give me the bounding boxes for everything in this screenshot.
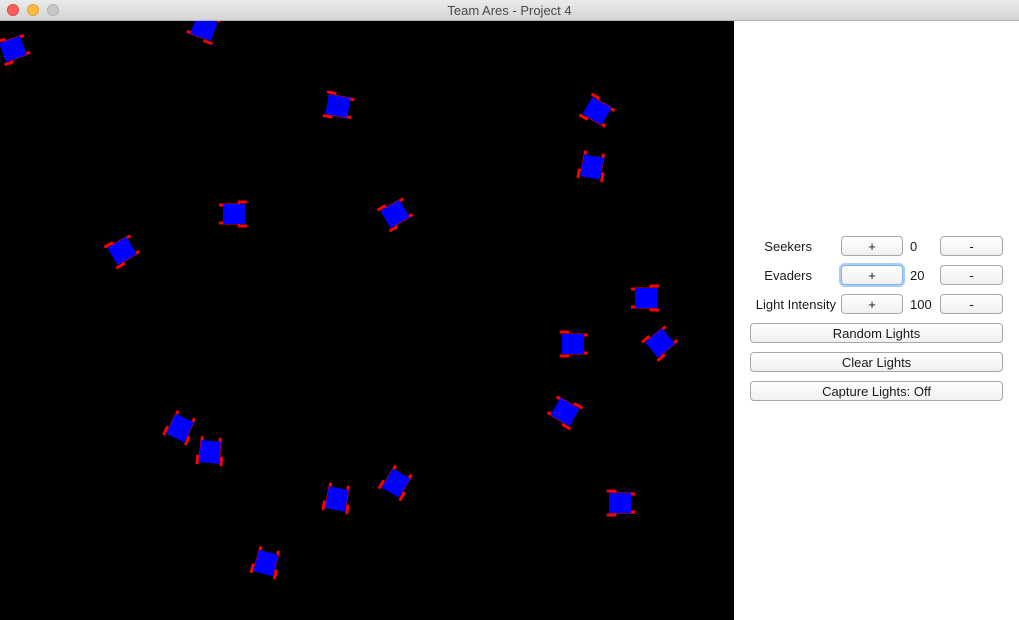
seekers-count: 0 bbox=[910, 239, 918, 254]
robot-11 bbox=[641, 322, 681, 362]
evaders-label: Evaders bbox=[764, 268, 812, 283]
robot-08 bbox=[104, 231, 143, 269]
seekers-plus-button[interactable]: + bbox=[841, 236, 903, 256]
robot-17 bbox=[606, 489, 637, 517]
light-intensity-value: 100 bbox=[910, 297, 932, 312]
seekers-minus-button[interactable]: - bbox=[940, 236, 1003, 256]
robot-13 bbox=[162, 407, 199, 446]
evaders-count: 20 bbox=[910, 268, 925, 283]
robot-04 bbox=[579, 93, 618, 131]
random-lights-button[interactable]: Random Lights bbox=[750, 323, 1003, 343]
robot-14 bbox=[195, 434, 225, 467]
robot-09 bbox=[629, 284, 660, 312]
robot-16 bbox=[321, 480, 353, 515]
robot-05 bbox=[576, 148, 608, 183]
evaders-plus-button[interactable]: + bbox=[841, 265, 903, 285]
robot-12 bbox=[544, 392, 583, 430]
robot-10 bbox=[559, 330, 590, 358]
robot-18 bbox=[249, 543, 283, 580]
robot-06 bbox=[217, 200, 248, 228]
arena-canvas bbox=[0, 21, 681, 580]
title-bar: Team Ares - Project 4 bbox=[0, 0, 1019, 21]
light-intensity-minus-button[interactable]: - bbox=[940, 294, 1003, 314]
robot-02 bbox=[184, 21, 221, 45]
robot-15 bbox=[378, 462, 416, 501]
control-panel: Seekers + 0 - Evaders + 20 - Light Inten… bbox=[734, 21, 1019, 620]
seekers-label: Seekers bbox=[764, 239, 812, 254]
capture-lights-toggle-button[interactable]: Capture Lights: Off bbox=[750, 381, 1003, 401]
robot-01 bbox=[0, 31, 33, 66]
robot-03 bbox=[322, 90, 357, 122]
evaders-minus-button[interactable]: - bbox=[940, 265, 1003, 285]
window-title: Team Ares - Project 4 bbox=[447, 3, 572, 18]
light-intensity-plus-button[interactable]: + bbox=[841, 294, 903, 314]
simulation-arena[interactable] bbox=[0, 21, 734, 620]
clear-lights-button[interactable]: Clear Lights bbox=[750, 352, 1003, 372]
robot-07 bbox=[377, 194, 416, 232]
light-intensity-label: Light Intensity bbox=[755, 297, 836, 312]
